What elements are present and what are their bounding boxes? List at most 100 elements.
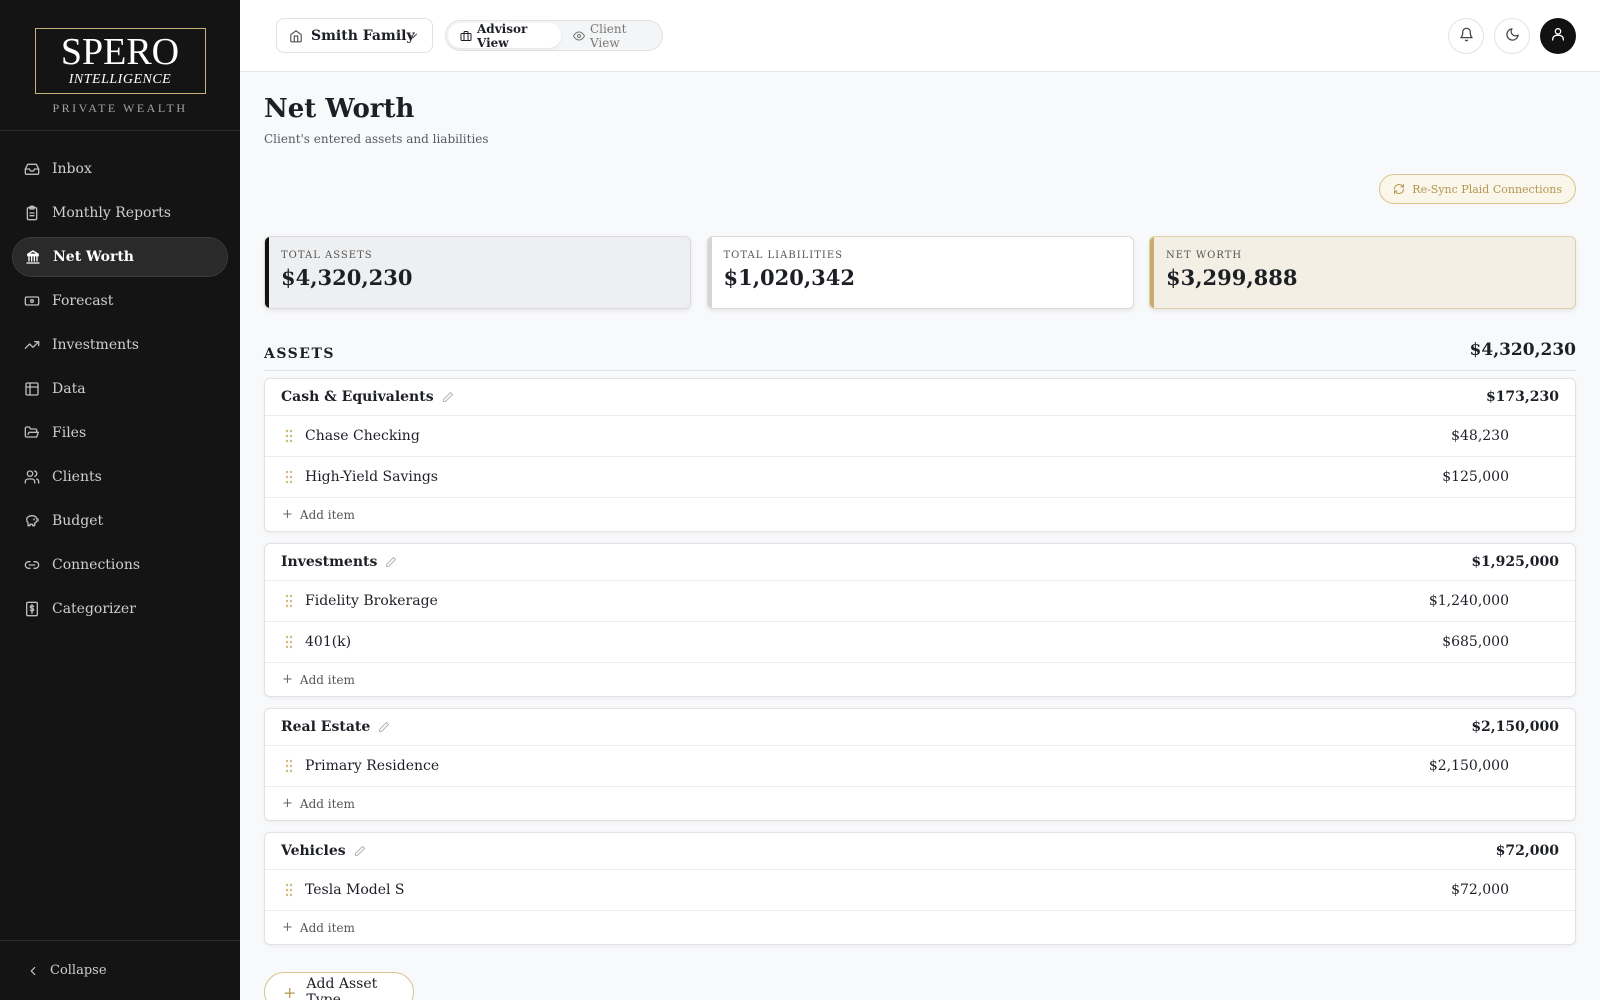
sidebar-item-label: Forecast xyxy=(52,293,114,309)
asset-row[interactable]: 401(k) $685,000 xyxy=(265,622,1575,663)
home-icon xyxy=(289,29,303,43)
sidebar-item-categorizer[interactable]: Categorizer xyxy=(12,589,228,629)
pencil-icon[interactable] xyxy=(385,556,397,568)
group-total: $2,150,000 xyxy=(1471,719,1559,735)
sidebar-item-monthly-reports[interactable]: Monthly Reports xyxy=(12,193,228,233)
link-icon xyxy=(24,557,40,573)
sidebar-item-label: Files xyxy=(52,425,87,441)
chevron-left-icon xyxy=(26,964,40,978)
notifications-button[interactable] xyxy=(1448,18,1484,54)
asset-row[interactable]: Chase Checking $48,230 xyxy=(265,416,1575,457)
theme-toggle-button[interactable] xyxy=(1494,18,1530,54)
card-label: TOTAL ASSETS xyxy=(281,250,373,261)
group-total: $72,000 xyxy=(1495,843,1559,859)
add-item-button[interactable]: + Add item xyxy=(265,498,1575,531)
asset-group-vehicles: Vehicles $72,000 Tesla Model S $72,000 +… xyxy=(264,832,1576,945)
asset-value: $125,000 xyxy=(1442,469,1509,485)
plus-icon: + xyxy=(282,796,293,811)
sidebar-item-files[interactable]: Files xyxy=(12,413,228,453)
table-icon xyxy=(24,381,40,397)
bank-icon xyxy=(25,249,41,265)
pencil-icon[interactable] xyxy=(442,391,454,403)
refresh-icon xyxy=(1393,183,1405,195)
top-bar: Smith Family Advisor View Client View xyxy=(240,0,1600,72)
asset-row[interactable]: Primary Residence $2,150,000 xyxy=(265,746,1575,787)
sidebar-item-label: Net Worth xyxy=(53,249,134,265)
piggy-bank-icon xyxy=(24,513,40,529)
asset-value: $685,000 xyxy=(1442,634,1509,650)
sidebar-item-investments[interactable]: Investments xyxy=(12,325,228,365)
sidebar-item-net-worth[interactable]: Net Worth xyxy=(12,237,228,277)
resync-label: Re-Sync Plaid Connections xyxy=(1412,182,1562,196)
asset-name: Primary Residence xyxy=(305,758,440,774)
sidebar-item-data[interactable]: Data xyxy=(12,369,228,409)
page-subtitle: Client's entered assets and liabilities xyxy=(264,132,489,146)
card-value: $4,320,230 xyxy=(281,265,413,290)
drag-handle-icon[interactable] xyxy=(285,635,293,649)
inbox-icon xyxy=(24,161,40,177)
plus-icon: + xyxy=(282,920,293,935)
logo-subtitle: INTELLIGENCE xyxy=(68,72,172,87)
drag-handle-icon[interactable] xyxy=(285,759,293,773)
sidebar-item-label: Inbox xyxy=(52,161,92,177)
sidebar-item-label: Monthly Reports xyxy=(52,205,171,221)
folder-open-icon xyxy=(24,425,40,441)
drag-handle-icon[interactable] xyxy=(285,470,293,484)
sidebar-item-connections[interactable]: Connections xyxy=(12,545,228,585)
group-header: Cash & Equivalents $173,230 xyxy=(265,379,1575,416)
sidebar-item-inbox[interactable]: Inbox xyxy=(12,149,228,189)
net-worth-card: NET WORTH $3,299,888 xyxy=(1149,236,1576,309)
summary-cards: TOTAL ASSETS $4,320,230 TOTAL LIABILITIE… xyxy=(264,236,1576,309)
drag-handle-icon[interactable] xyxy=(285,429,293,443)
sidebar-item-forecast[interactable]: Forecast xyxy=(12,281,228,321)
plus-icon: + xyxy=(282,672,293,687)
sidebar-item-label: Categorizer xyxy=(52,601,136,617)
add-item-button[interactable]: + Add item xyxy=(265,663,1575,696)
collapse-label: Collapse xyxy=(50,963,107,978)
user-avatar[interactable] xyxy=(1540,18,1576,54)
assets-section-header: ASSETS $4,320,230 xyxy=(264,338,1576,371)
asset-value: $2,150,000 xyxy=(1428,758,1509,774)
pencil-icon[interactable] xyxy=(378,721,390,733)
family-selector[interactable]: Smith Family xyxy=(276,18,433,53)
resync-plaid-button[interactable]: Re-Sync Plaid Connections xyxy=(1379,174,1576,204)
plus-icon: + xyxy=(283,982,297,1000)
assets-total: $4,320,230 xyxy=(1469,340,1576,360)
client-view-button[interactable]: Client View xyxy=(561,21,660,50)
asset-name: Tesla Model S xyxy=(305,882,405,898)
asset-group-real-estate: Real Estate $2,150,000 Primary Residence… xyxy=(264,708,1576,821)
asset-value: $1,240,000 xyxy=(1428,593,1509,609)
add-item-label: Add item xyxy=(299,796,355,811)
group-name: Investments xyxy=(281,554,378,570)
card-label: TOTAL LIABILITIES xyxy=(723,250,844,261)
sidebar-item-label: Connections xyxy=(52,557,141,573)
family-name: Smith Family xyxy=(311,27,415,44)
group-name: Cash & Equivalents xyxy=(281,389,434,405)
asset-row[interactable]: Fidelity Brokerage $1,240,000 xyxy=(265,581,1575,622)
advisor-view-label: Advisor View xyxy=(477,21,528,50)
drag-handle-icon[interactable] xyxy=(285,883,293,897)
pencil-icon[interactable] xyxy=(354,845,366,857)
add-item-label: Add item xyxy=(299,507,355,522)
group-header: Real Estate $2,150,000 xyxy=(265,709,1575,746)
card-label: NET WORTH xyxy=(1166,250,1243,261)
drag-handle-icon[interactable] xyxy=(285,594,293,608)
sidebar-item-budget[interactable]: Budget xyxy=(12,501,228,541)
card-value: $1,020,342 xyxy=(723,265,856,290)
brand-logo[interactable]: SPERO INTELLIGENCE PRIVATE WEALTH xyxy=(0,0,240,131)
add-item-button[interactable]: + Add item xyxy=(265,911,1575,944)
advisor-view-button[interactable]: Advisor View xyxy=(448,21,561,50)
add-item-button[interactable]: + Add item xyxy=(265,787,1575,820)
sidebar-item-label: Investments xyxy=(52,337,139,353)
logo-tagline: PRIVATE WEALTH xyxy=(52,101,188,115)
plus-icon: + xyxy=(282,507,293,522)
add-asset-type-label: Add Asset Type xyxy=(306,976,378,1000)
sidebar-item-clients[interactable]: Clients xyxy=(12,457,228,497)
asset-row[interactable]: Tesla Model S $72,000 xyxy=(265,870,1575,911)
add-asset-type-button[interactable]: + Add Asset Type xyxy=(264,972,414,1000)
logo-wordmark: SPERO xyxy=(60,31,180,73)
sidebar-item-label: Data xyxy=(52,381,86,397)
asset-row[interactable]: High-Yield Savings $125,000 xyxy=(265,457,1575,498)
client-view-label: Client View xyxy=(589,21,627,50)
collapse-button[interactable]: Collapse xyxy=(0,940,240,1000)
